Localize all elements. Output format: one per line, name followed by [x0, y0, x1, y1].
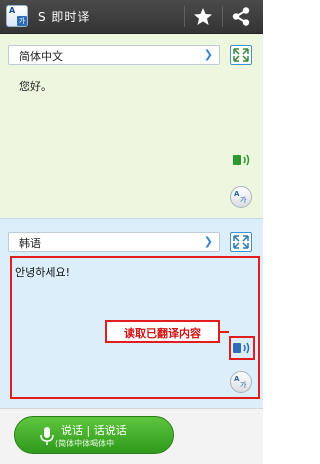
favorite-button[interactable]	[188, 3, 218, 30]
source-swap-button[interactable]: A 가	[230, 186, 252, 208]
source-speaker-button[interactable]	[232, 152, 252, 168]
speak-button[interactable]: 说话 | 话说话 (简体中体喝体中	[14, 416, 174, 454]
source-text[interactable]: 您好。	[19, 78, 52, 94]
toolbar-divider	[184, 6, 185, 27]
app-icon-letter-a: A	[9, 6, 16, 15]
source-language-label: 简体中文	[19, 50, 63, 63]
star-icon	[194, 8, 212, 25]
target-language-select[interactable]: 韩语 ❯	[8, 232, 220, 252]
target-language-label: 韩语	[19, 237, 41, 250]
share-button[interactable]	[226, 3, 256, 30]
share-icon	[232, 7, 250, 26]
chevron-right-icon: ❯	[203, 235, 213, 248]
swap-language-icon: A	[234, 190, 240, 198]
source-language-select[interactable]: 简体中文 ❯	[8, 45, 220, 65]
speaker-icon	[233, 154, 250, 166]
annotation-callout-text: 读取已翻译内容	[124, 327, 201, 340]
expand-icon	[233, 235, 249, 249]
speak-button-label: 说话 | 话说话	[61, 424, 127, 437]
app-icon-letter-ga: 가	[17, 16, 27, 26]
annotation-callout: 读取已翻译内容	[105, 320, 220, 343]
annotation-connector	[220, 331, 229, 333]
swap-language-icon-ga: 가	[240, 196, 247, 204]
chevron-right-icon: ❯	[203, 48, 213, 61]
mic-icon	[40, 427, 54, 445]
speak-button-sublabel: (简体中体喝体中	[55, 439, 115, 448]
app-icon: A 가	[6, 5, 28, 27]
toolbar-divider	[222, 6, 223, 27]
source-expand-button[interactable]	[230, 45, 252, 65]
app-title: S 即时译	[38, 10, 91, 24]
annotation-speaker-highlight	[229, 336, 255, 360]
target-expand-button[interactable]	[230, 232, 252, 252]
expand-icon	[233, 48, 249, 62]
